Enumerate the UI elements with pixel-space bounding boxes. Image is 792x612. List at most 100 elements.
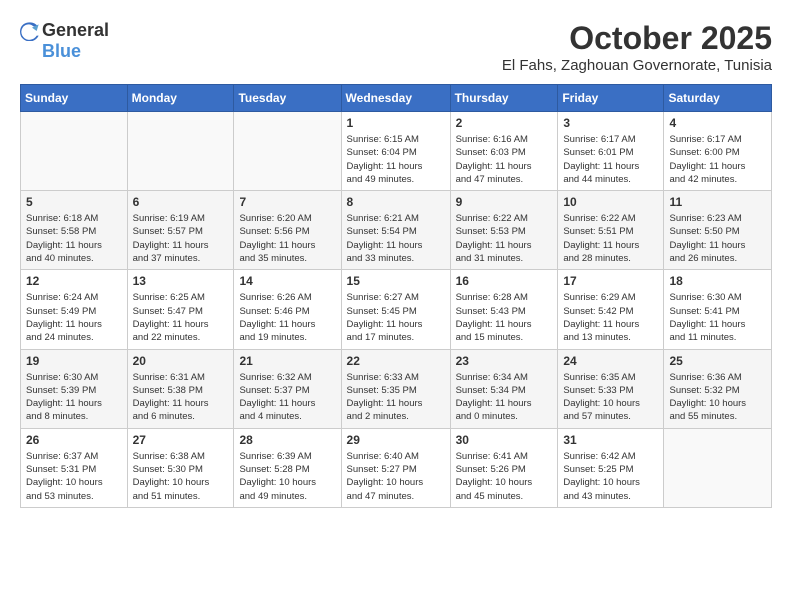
calendar-table: SundayMondayTuesdayWednesdayThursdayFrid… <box>20 84 772 508</box>
day-number: 3 <box>563 116 658 130</box>
day-info: Sunrise: 6:38 AM Sunset: 5:30 PM Dayligh… <box>133 450 229 503</box>
day-info: Sunrise: 6:15 AM Sunset: 6:04 PM Dayligh… <box>347 133 445 186</box>
day-number: 15 <box>347 274 445 288</box>
calendar-week-4: 19 Sunrise: 6:30 AM Sunset: 5:39 PM Dayli… <box>21 349 772 428</box>
day-info: Sunrise: 6:28 AM Sunset: 5:43 PM Dayligh… <box>456 291 553 344</box>
day-info: Sunrise: 6:26 AM Sunset: 5:46 PM Dayligh… <box>239 291 335 344</box>
day-number: 20 <box>133 354 229 368</box>
day-info: Sunrise: 6:22 AM Sunset: 5:53 PM Dayligh… <box>456 212 553 265</box>
day-info: Sunrise: 6:19 AM Sunset: 5:57 PM Dayligh… <box>133 212 229 265</box>
day-number: 4 <box>669 116 766 130</box>
day-info: Sunrise: 6:33 AM Sunset: 5:35 PM Dayligh… <box>347 371 445 424</box>
weekday-header-wednesday: Wednesday <box>341 85 450 112</box>
calendar-cell: 31 Sunrise: 6:42 AM Sunset: 5:25 PM Dayli… <box>558 428 664 507</box>
day-info: Sunrise: 6:34 AM Sunset: 5:34 PM Dayligh… <box>456 371 553 424</box>
weekday-header-thursday: Thursday <box>450 85 558 112</box>
weekday-header-tuesday: Tuesday <box>234 85 341 112</box>
calendar-week-1: 1 Sunrise: 6:15 AM Sunset: 6:04 PM Daylig… <box>21 112 772 191</box>
calendar-cell: 22 Sunrise: 6:33 AM Sunset: 5:35 PM Dayli… <box>341 349 450 428</box>
day-info: Sunrise: 6:31 AM Sunset: 5:38 PM Dayligh… <box>133 371 229 424</box>
day-info: Sunrise: 6:23 AM Sunset: 5:50 PM Dayligh… <box>669 212 766 265</box>
calendar-cell: 21 Sunrise: 6:32 AM Sunset: 5:37 PM Dayli… <box>234 349 341 428</box>
calendar-week-3: 12 Sunrise: 6:24 AM Sunset: 5:49 PM Dayli… <box>21 270 772 349</box>
day-info: Sunrise: 6:30 AM Sunset: 5:39 PM Dayligh… <box>26 371 122 424</box>
day-number: 24 <box>563 354 658 368</box>
day-number: 29 <box>347 433 445 447</box>
day-info: Sunrise: 6:41 AM Sunset: 5:26 PM Dayligh… <box>456 450 553 503</box>
month-title: October 2025 <box>502 20 772 57</box>
day-number: 1 <box>347 116 445 130</box>
calendar-cell: 25 Sunrise: 6:36 AM Sunset: 5:32 PM Dayli… <box>664 349 772 428</box>
day-info: Sunrise: 6:16 AM Sunset: 6:03 PM Dayligh… <box>456 133 553 186</box>
day-info: Sunrise: 6:36 AM Sunset: 5:32 PM Dayligh… <box>669 371 766 424</box>
location-subtitle: El Fahs, Zaghouan Governorate, Tunisia <box>502 57 772 74</box>
logo: General Blue <box>20 20 109 62</box>
day-number: 9 <box>456 195 553 209</box>
day-info: Sunrise: 6:24 AM Sunset: 5:49 PM Dayligh… <box>26 291 122 344</box>
calendar-cell: 5 Sunrise: 6:18 AM Sunset: 5:58 PM Daylig… <box>21 191 128 270</box>
calendar-cell: 19 Sunrise: 6:30 AM Sunset: 5:39 PM Dayli… <box>21 349 128 428</box>
day-info: Sunrise: 6:17 AM Sunset: 6:01 PM Dayligh… <box>563 133 658 186</box>
day-number: 12 <box>26 274 122 288</box>
weekday-header-monday: Monday <box>127 85 234 112</box>
calendar-cell: 6 Sunrise: 6:19 AM Sunset: 5:57 PM Daylig… <box>127 191 234 270</box>
weekday-header-friday: Friday <box>558 85 664 112</box>
day-info: Sunrise: 6:32 AM Sunset: 5:37 PM Dayligh… <box>239 371 335 424</box>
day-info: Sunrise: 6:37 AM Sunset: 5:31 PM Dayligh… <box>26 450 122 503</box>
calendar-cell <box>21 112 128 191</box>
weekday-header-sunday: Sunday <box>21 85 128 112</box>
day-number: 25 <box>669 354 766 368</box>
logo-blue-text: Blue <box>42 41 81 62</box>
day-number: 14 <box>239 274 335 288</box>
day-number: 21 <box>239 354 335 368</box>
calendar-cell <box>127 112 234 191</box>
calendar-week-5: 26 Sunrise: 6:37 AM Sunset: 5:31 PM Dayli… <box>21 428 772 507</box>
calendar-cell: 16 Sunrise: 6:28 AM Sunset: 5:43 PM Dayli… <box>450 270 558 349</box>
calendar-cell: 10Sunrise: 6:22 AM Sunset: 5:51 PM Dayli… <box>558 191 664 270</box>
calendar-cell <box>664 428 772 507</box>
title-block: October 2025 El Fahs, Zaghouan Governora… <box>502 20 772 74</box>
calendar-cell: 2 Sunrise: 6:16 AM Sunset: 6:03 PM Daylig… <box>450 112 558 191</box>
day-info: Sunrise: 6:39 AM Sunset: 5:28 PM Dayligh… <box>239 450 335 503</box>
day-number: 7 <box>239 195 335 209</box>
day-number: 26 <box>26 433 122 447</box>
calendar-cell: 1 Sunrise: 6:15 AM Sunset: 6:04 PM Daylig… <box>341 112 450 191</box>
calendar-cell: 17 Sunrise: 6:29 AM Sunset: 5:42 PM Dayli… <box>558 270 664 349</box>
calendar-cell: 28Sunrise: 6:39 AM Sunset: 5:28 PM Dayli… <box>234 428 341 507</box>
day-info: Sunrise: 6:27 AM Sunset: 5:45 PM Dayligh… <box>347 291 445 344</box>
day-number: 19 <box>26 354 122 368</box>
calendar-cell: 15 Sunrise: 6:27 AM Sunset: 5:45 PM Dayli… <box>341 270 450 349</box>
calendar-cell: 11 Sunrise: 6:23 AM Sunset: 5:50 PM Dayli… <box>664 191 772 270</box>
day-number: 31 <box>563 433 658 447</box>
weekday-header-saturday: Saturday <box>664 85 772 112</box>
day-info: Sunrise: 6:22 AM Sunset: 5:51 PM Dayligh… <box>563 212 658 265</box>
day-number: 5 <box>26 195 122 209</box>
calendar-cell: 27 Sunrise: 6:38 AM Sunset: 5:30 PM Dayli… <box>127 428 234 507</box>
calendar-cell: 12 Sunrise: 6:24 AM Sunset: 5:49 PM Dayli… <box>21 270 128 349</box>
day-number: 6 <box>133 195 229 209</box>
day-info: Sunrise: 6:42 AM Sunset: 5:25 PM Dayligh… <box>563 450 658 503</box>
logo-general-text: General <box>42 20 109 41</box>
day-info: Sunrise: 6:18 AM Sunset: 5:58 PM Dayligh… <box>26 212 122 265</box>
day-info: Sunrise: 6:40 AM Sunset: 5:27 PM Dayligh… <box>347 450 445 503</box>
day-number: 13 <box>133 274 229 288</box>
day-info: Sunrise: 6:17 AM Sunset: 6:00 PM Dayligh… <box>669 133 766 186</box>
day-number: 2 <box>456 116 553 130</box>
day-info: Sunrise: 6:20 AM Sunset: 5:56 PM Dayligh… <box>239 212 335 265</box>
calendar-cell: 26 Sunrise: 6:37 AM Sunset: 5:31 PM Dayli… <box>21 428 128 507</box>
calendar-cell: 14 Sunrise: 6:26 AM Sunset: 5:46 PM Dayli… <box>234 270 341 349</box>
day-info: Sunrise: 6:25 AM Sunset: 5:47 PM Dayligh… <box>133 291 229 344</box>
day-number: 22 <box>347 354 445 368</box>
day-number: 8 <box>347 195 445 209</box>
day-info: Sunrise: 6:21 AM Sunset: 5:54 PM Dayligh… <box>347 212 445 265</box>
calendar-cell: 4 Sunrise: 6:17 AM Sunset: 6:00 PM Daylig… <box>664 112 772 191</box>
day-number: 11 <box>669 195 766 209</box>
day-number: 27 <box>133 433 229 447</box>
calendar-cell: 20 Sunrise: 6:31 AM Sunset: 5:38 PM Dayli… <box>127 349 234 428</box>
calendar-cell: 3 Sunrise: 6:17 AM Sunset: 6:01 PM Daylig… <box>558 112 664 191</box>
day-number: 16 <box>456 274 553 288</box>
day-info: Sunrise: 6:29 AM Sunset: 5:42 PM Dayligh… <box>563 291 658 344</box>
calendar-cell: 29 Sunrise: 6:40 AM Sunset: 5:27 PM Dayli… <box>341 428 450 507</box>
day-number: 17 <box>563 274 658 288</box>
day-number: 23 <box>456 354 553 368</box>
